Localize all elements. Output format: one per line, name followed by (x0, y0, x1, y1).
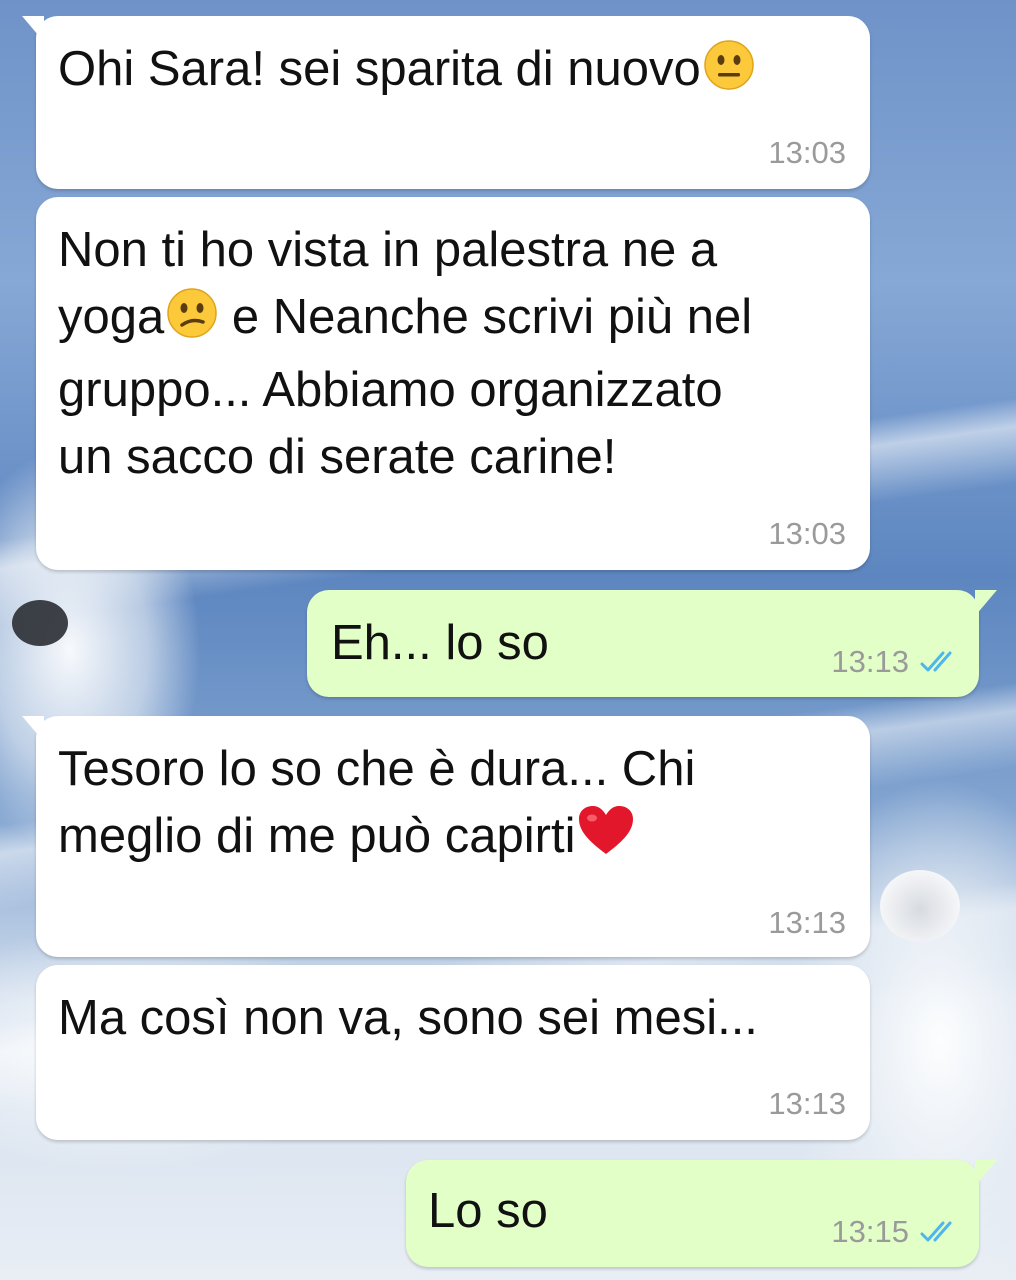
double-check-read-icon (920, 651, 952, 672)
bubble-tail (975, 1160, 997, 1186)
bubble-tail (975, 590, 997, 616)
wallpaper-bear-nose (12, 600, 68, 646)
message-timestamp: 13:13 (768, 905, 846, 940)
neutral-face-icon (703, 39, 755, 109)
wallpaper-bear-ear (880, 870, 960, 942)
message-line: un sacco di serate carine! (58, 430, 617, 484)
bubble-tail (22, 16, 44, 42)
message-line: Non ti ho vista in palestra ne a (58, 223, 718, 277)
bubble-tail (22, 716, 44, 742)
message-bubble-incoming[interactable]: Ohi Sara! sei sparita di nuovo 13:03 (22, 16, 870, 189)
message-timestamp: 13:13 (831, 644, 909, 679)
message-text: Lo so (428, 1184, 548, 1238)
message-line: gruppo... Abbiamo organizzato (58, 363, 723, 417)
message-timestamp: 13:03 (768, 516, 846, 551)
double-check-read-icon (920, 1221, 952, 1242)
message-timestamp: 13:03 (768, 135, 846, 170)
message-text: Tesoro lo so che è dura... Chi meglio di… (58, 736, 695, 876)
message-text: Eh... lo so (331, 616, 549, 670)
message-bubble-outgoing[interactable]: Eh... lo so 13:13 (307, 590, 997, 697)
message-bubble-incoming[interactable]: Non ti ho vista in palestra ne a yoga e … (36, 197, 870, 570)
red-heart-icon (577, 804, 635, 876)
message-bubble-incoming[interactable]: Tesoro lo so che è dura... Chi meglio di… (22, 716, 870, 957)
message-line: Tesoro lo so che è dura... Chi (58, 742, 696, 796)
message-line: meglio di me può capirti (58, 803, 695, 876)
confused-face-icon (166, 287, 218, 357)
message-text: Non ti ho vista in palestra ne a yoga e … (58, 217, 752, 491)
message-text: Ma così non va, sono sei mesi... (58, 991, 758, 1045)
message-bubble-incoming[interactable]: Ma così non va, sono sei mesi... 13:13 (36, 965, 870, 1140)
message-timestamp: 13:15 (831, 1214, 909, 1249)
message-bubble-outgoing[interactable]: Lo so 13:15 (406, 1160, 997, 1267)
message-timestamp: 13:13 (768, 1086, 846, 1121)
message-line: yoga e Neanche scrivi più nel (58, 284, 752, 357)
message-text: Ohi Sara! sei sparita di nuovo (58, 36, 755, 109)
